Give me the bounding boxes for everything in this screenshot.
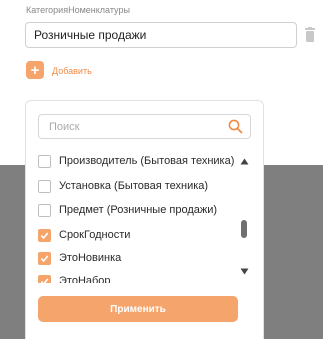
checkbox[interactable]: [38, 274, 51, 283]
option-label: ЭтоНабор: [59, 275, 111, 283]
option-label: ЭтоНовинка: [59, 252, 122, 264]
list-item[interactable]: ЭтоНовинка: [38, 250, 121, 266]
checkbox[interactable]: [38, 154, 51, 168]
list-item[interactable]: Установка (Бытовая техника): [38, 178, 208, 194]
checkbox[interactable]: [38, 251, 51, 265]
options-list: Производитель (Бытовая техника) Установк…: [26, 151, 251, 283]
apply-button[interactable]: Применить: [38, 296, 238, 322]
plus-icon: +: [30, 61, 40, 79]
list-item[interactable]: Производитель (Бытовая техника): [38, 153, 234, 169]
checkbox[interactable]: [38, 179, 51, 193]
checkbox[interactable]: [38, 203, 51, 217]
add-label[interactable]: Добавить: [52, 66, 92, 76]
search-input[interactable]: [38, 114, 251, 139]
scroll-down-arrow-icon[interactable]: [240, 268, 249, 275]
trash-icon[interactable]: [303, 27, 317, 43]
field-label: КатегорияНоменклатуры: [26, 5, 130, 15]
option-label: Производитель (Бытовая техника): [59, 155, 235, 167]
list-item[interactable]: СрокГодности: [38, 227, 130, 243]
check-icon: [40, 277, 49, 283]
scroll-up-arrow-icon[interactable]: [240, 158, 249, 165]
add-button[interactable]: +: [26, 61, 44, 79]
category-value-field[interactable]: Розничные продажи: [25, 22, 297, 48]
option-label: Установка (Бытовая техника): [59, 180, 209, 192]
search-icon[interactable]: [228, 119, 243, 134]
check-icon: [40, 254, 49, 262]
list-item[interactable]: Предмет (Розничные продажи): [38, 202, 217, 218]
checkbox[interactable]: [38, 228, 51, 242]
option-label: СрокГодности: [59, 229, 131, 241]
list-item[interactable]: ЭтоНабор: [38, 273, 111, 283]
check-icon: [40, 231, 49, 239]
option-label: Предмет (Розничные продажи): [59, 204, 218, 216]
filter-dropdown-panel: Производитель (Бытовая техника) Установк…: [25, 100, 264, 339]
scrollbar-thumb[interactable]: [241, 220, 247, 238]
